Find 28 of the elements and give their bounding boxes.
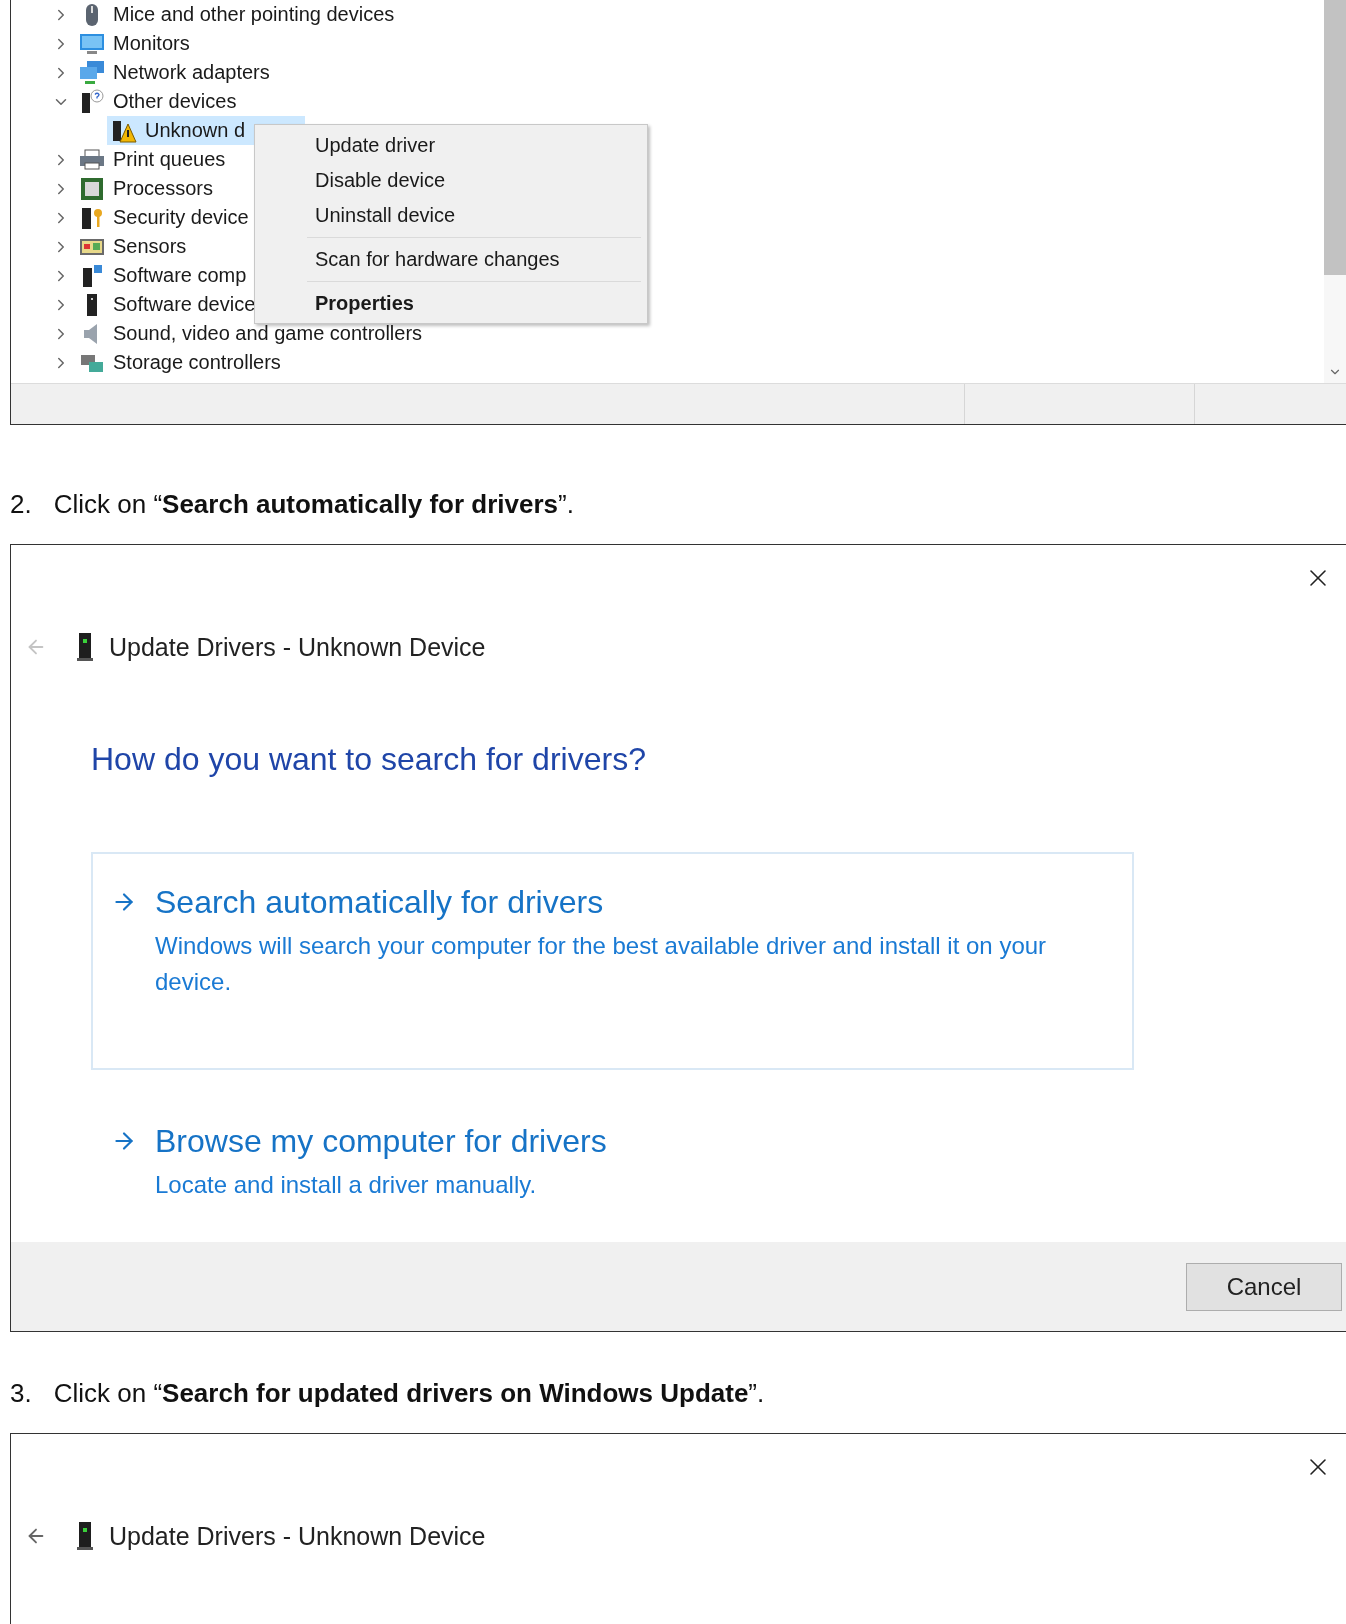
tree-item[interactable]: Sound, video and game controllers [75, 319, 483, 348]
step-instruction: Click on “Search for updated drivers on Windows Update”. [53, 1377, 765, 1410]
tree-item[interactable]: Mice and other pointing devices [75, 0, 455, 29]
tree-item[interactable]: Network adapters [75, 58, 330, 87]
option-link[interactable]: Browse my computer for drivers Locate and install a driver manually. [91, 1091, 1134, 1225]
dialog-title: Update Drivers - Unknown Device [109, 632, 486, 662]
device-question-icon [79, 88, 105, 115]
device-icon [75, 1521, 95, 1551]
step-instruction: Click on “Search automatically for drivers”. [53, 488, 574, 521]
option-description: Windows will search your computer for the best available driver and install it on your device. [155, 931, 1048, 997]
cancel-button[interactable]: Cancel [1186, 1262, 1342, 1311]
network-icon [79, 59, 105, 86]
dialog-heading: How do you want to search for drivers? [91, 740, 647, 779]
printer-icon [79, 146, 105, 173]
chip-icon [79, 175, 105, 202]
tree-item[interactable]: Sensors [75, 232, 247, 261]
step-number: 2. [10, 488, 32, 521]
option-title: Browse my computer for drivers [155, 1122, 608, 1161]
option-title: Search automatically for drivers [155, 883, 605, 922]
device-icon [75, 632, 95, 662]
step-number: 3. [10, 1377, 32, 1410]
dialog-title: Update Drivers - Unknown Device [109, 1521, 486, 1551]
option-card[interactable]: Search automatically for drivers Windows will search your computer for the best available driver and install it on your device. [91, 852, 1134, 1070]
tree-item[interactable]: Storage controllers [75, 348, 341, 377]
tree-item[interactable]: Monitors [75, 29, 250, 58]
scrollbar-thumb[interactable] [1324, 0, 1346, 275]
option-description: Locate and install a driver manually. [155, 1170, 538, 1200]
tree-item[interactable]: Other devices [75, 87, 297, 116]
